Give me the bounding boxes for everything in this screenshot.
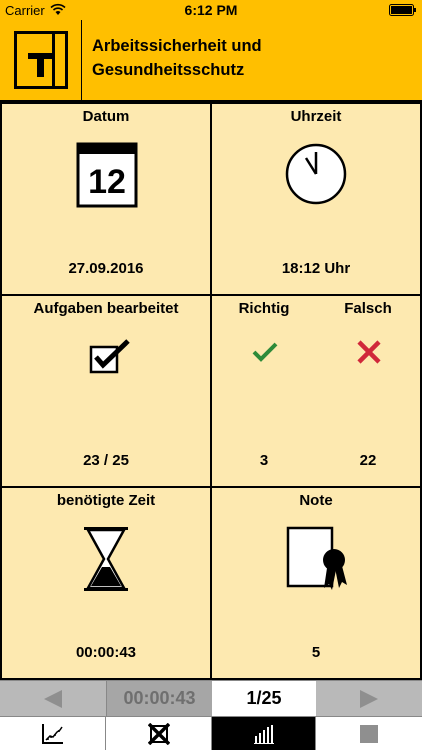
- correct-section: Richtig 3: [212, 296, 316, 486]
- tasks-value: 23 / 25: [83, 452, 129, 469]
- logo-icon: [14, 31, 68, 89]
- wrong-answers-button[interactable]: [106, 717, 212, 750]
- certificate-icon: [286, 526, 347, 590]
- app-logo: [0, 20, 82, 100]
- tasks-label: Aufgaben bearbeitet: [33, 300, 179, 317]
- check-icon: [252, 342, 278, 362]
- duration-cell: benötigte Zeit 00:00:43: [0, 486, 212, 680]
- duration-label: benötigte Zeit: [56, 492, 156, 509]
- page-indicator[interactable]: 1/25: [212, 681, 316, 716]
- status-bar: Carrier 6:12 PM: [0, 0, 422, 20]
- date-label: Datum: [82, 108, 130, 125]
- question-navigation: 00:00:43 1/25: [0, 680, 422, 716]
- checkbox-checked-icon: [89, 339, 130, 374]
- wrong-section: Falsch 22: [316, 296, 420, 486]
- grade-value: 5: [311, 644, 321, 661]
- time-value: 18:12 Uhr: [281, 260, 351, 277]
- results-tab[interactable]: [212, 717, 316, 750]
- status-time: 6:12 PM: [184, 2, 238, 18]
- time-label: Uhrzeit: [290, 108, 342, 125]
- page-title: Arbeitssicherheit und Gesundheitsschutz: [92, 37, 262, 79]
- correct-wrong-cell: Richtig 3 Falsch 22: [210, 294, 422, 488]
- checkbox-cross-icon: [147, 723, 170, 745]
- time-cell: Uhrzeit 18:12 Uhr: [210, 102, 422, 296]
- nav-timer: 00:00:43: [106, 681, 212, 716]
- grade-cell: Note 5: [210, 486, 422, 680]
- correct-label: Richtig: [238, 300, 290, 317]
- statistics-button[interactable]: [0, 717, 106, 750]
- battery-icon: [389, 4, 416, 16]
- correct-value: 3: [259, 452, 269, 469]
- arrow-right-icon: [360, 690, 378, 708]
- bar-chart-icon: [253, 725, 274, 744]
- wrong-value: 22: [359, 452, 377, 469]
- previous-button[interactable]: [0, 681, 106, 716]
- arrow-left-icon: [44, 690, 62, 708]
- clock-icon: [285, 143, 347, 205]
- statistics-icon: [41, 724, 63, 744]
- cross-icon: [357, 340, 381, 364]
- app-header: Arbeitssicherheit und Gesundheitsschutz: [0, 20, 422, 102]
- duration-value: 00:00:43: [75, 644, 137, 661]
- bottom-toolbar: [0, 716, 422, 750]
- hourglass-icon: [84, 527, 128, 591]
- date-value: 27.09.2016: [68, 260, 144, 277]
- date-cell: Datum 12 27.09.2016: [0, 102, 212, 296]
- results-grid: Datum 12 27.09.2016 Uhrzeit 18:12 Uhr Au…: [0, 102, 422, 680]
- stop-icon: [360, 725, 378, 743]
- next-button[interactable]: [316, 681, 422, 716]
- calendar-day: 12: [88, 163, 126, 201]
- stop-button[interactable]: [316, 717, 422, 750]
- grade-label: Note: [299, 492, 333, 509]
- wrong-label: Falsch: [344, 300, 392, 317]
- calendar-icon: 12: [76, 142, 138, 208]
- tasks-cell: Aufgaben bearbeitet 23 / 25: [0, 294, 212, 488]
